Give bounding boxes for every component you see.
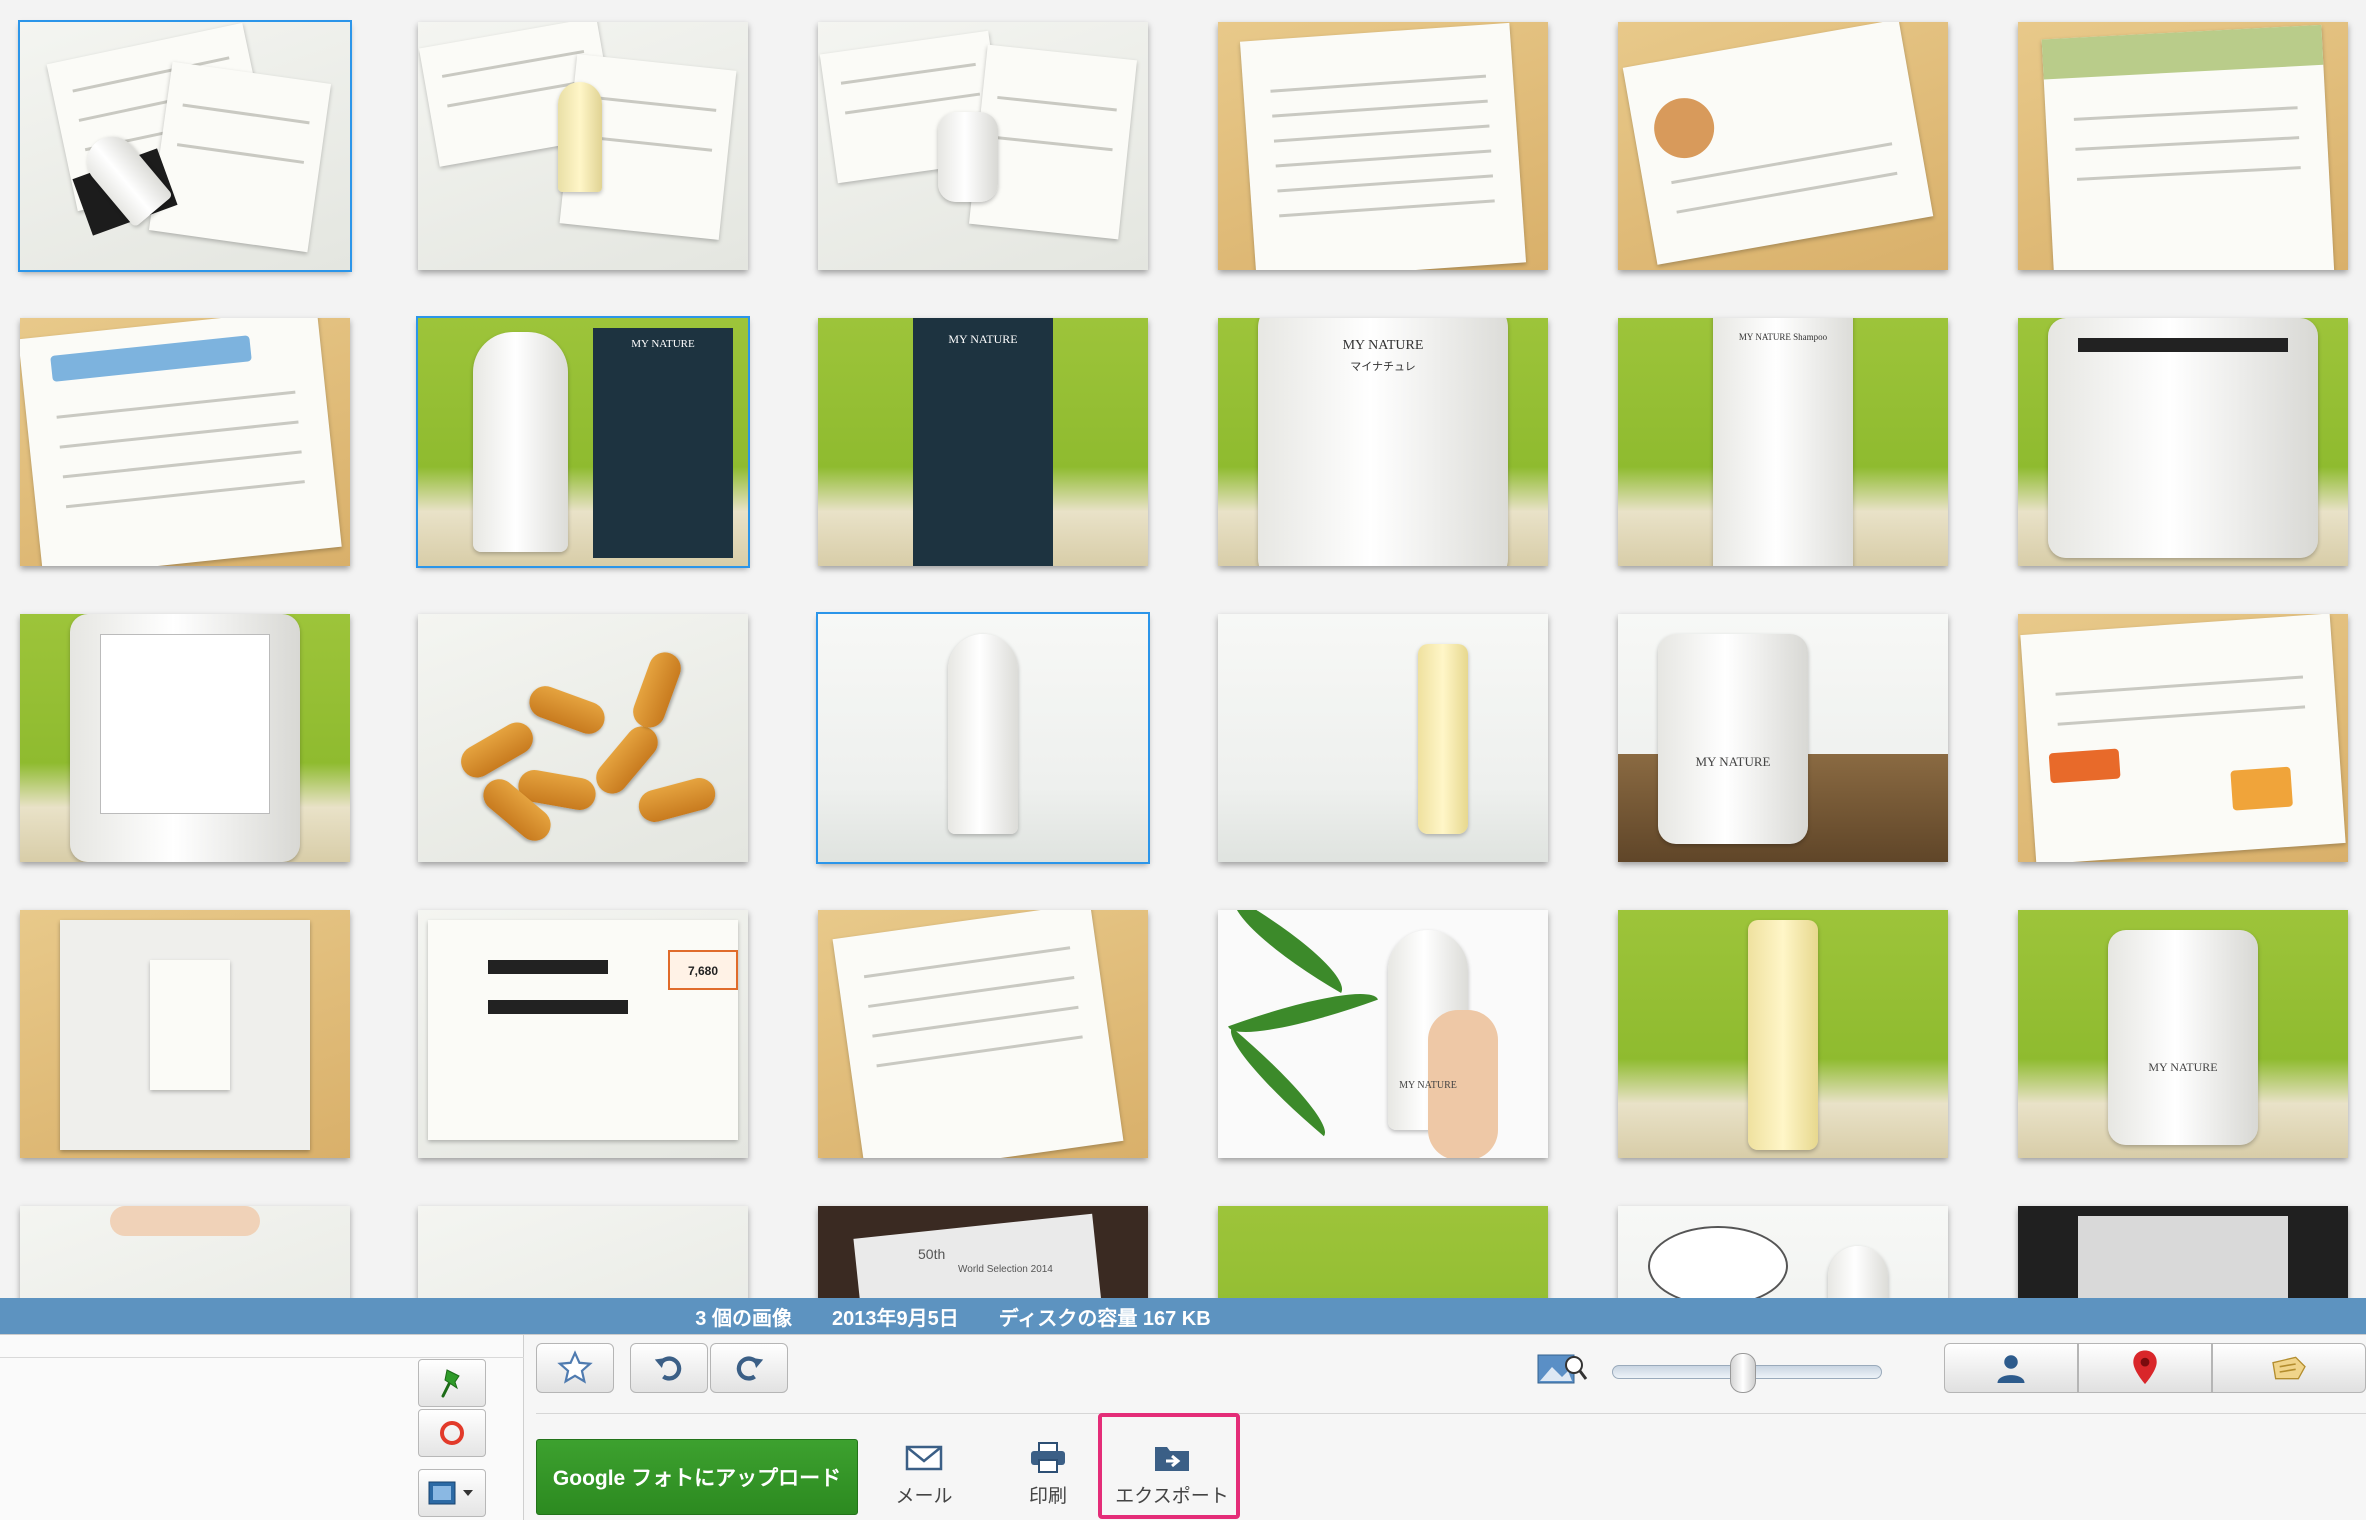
photo-thumbnail[interactable]: [818, 910, 1148, 1158]
people-button[interactable]: [1944, 1343, 2078, 1393]
photo-thumbnail[interactable]: [1618, 910, 1948, 1158]
picasa-window: MY NATURE MY NATURE MY NATURE マイナチュレ MY …: [0, 0, 2366, 1520]
rotate-left-button[interactable]: [630, 1343, 708, 1393]
photo-thumbnail[interactable]: [818, 22, 1148, 270]
upload-button-label: Google フォトにアップロード: [552, 1467, 842, 1490]
product-label: MY NATURE: [631, 338, 695, 350]
photo-thumbnail[interactable]: MY NATURE マイナチュレ: [1218, 318, 1548, 566]
export-highlight-frame: [1098, 1413, 1240, 1519]
product-label: MY NATURE: [1695, 754, 1771, 769]
photo-thumbnail[interactable]: MY NATURE: [818, 318, 1148, 566]
photo-thumbnail[interactable]: MY NATURE: [2018, 910, 2348, 1158]
album-add-button[interactable]: [418, 1469, 486, 1517]
photo-thumbnail[interactable]: [20, 614, 350, 862]
selection-date: 2013年9月5日: [831, 1307, 959, 1330]
tags-button[interactable]: [2212, 1343, 2366, 1393]
photo-grid: MY NATURE MY NATURE MY NATURE マイナチュレ MY …: [0, 0, 2366, 1298]
photo-thumbnail[interactable]: [2018, 318, 2348, 566]
photo-thumbnail[interactable]: [1218, 22, 1548, 270]
mail-button[interactable]: メール: [864, 1435, 984, 1515]
photo-thumbnail[interactable]: [816, 612, 1150, 864]
places-button[interactable]: [2078, 1343, 2212, 1393]
photo-thumbnail[interactable]: [20, 910, 350, 1158]
print-label: 印刷: [1028, 1486, 1067, 1507]
album-dropdown-icon: [428, 1481, 473, 1505]
photo-thumbnail[interactable]: [1618, 1206, 1948, 1298]
rotate-right-button[interactable]: [710, 1343, 788, 1393]
product-label: MY NATURE Shampoo: [1738, 332, 1828, 342]
award-caption: World Selection 2014: [958, 1264, 1053, 1275]
product-label: MY NATURE: [1342, 338, 1424, 353]
photo-thumbnail[interactable]: 50th World Selection 2014: [818, 1206, 1148, 1298]
person-icon: [1997, 1355, 2025, 1383]
star-button[interactable]: [536, 1343, 614, 1393]
photo-thumbnail[interactable]: [1618, 22, 1948, 270]
photo-thumbnail[interactable]: [2018, 22, 2348, 270]
mail-icon: [905, 1445, 943, 1471]
thumbnail-size-slider-handle[interactable]: [1730, 1353, 1756, 1393]
award-badge: 50th: [918, 1246, 946, 1262]
photo-thumbnail[interactable]: [2018, 614, 2348, 862]
thumbnail-size-icon: [1536, 1349, 1588, 1394]
upload-google-photos-button[interactable]: Google フォトにアップロード: [536, 1439, 858, 1515]
selection-info-bar: 3 個の画像 2013年9月5日 ディスクの容量 167 KB: [0, 1298, 2366, 1334]
rotate-left-icon: [654, 1356, 682, 1381]
photo-thumbnail[interactable]: [18, 20, 352, 272]
photo-thumbnail[interactable]: [1218, 614, 1548, 862]
product-label: MY NATURE: [2148, 1060, 2218, 1074]
photo-thumbnail[interactable]: 7,680: [418, 910, 748, 1158]
photo-thumbnail[interactable]: MY NATURE: [1218, 910, 1548, 1158]
rotate-right-icon: [736, 1356, 764, 1381]
photo-thumbnail[interactable]: [418, 1206, 748, 1298]
photo-thumbnail[interactable]: MY NATURE: [416, 316, 750, 568]
photo-thumbnail[interactable]: MY NATURE Shampoo: [1618, 318, 1948, 566]
clear-tray-button[interactable]: [418, 1409, 486, 1457]
photo-thumbnail[interactable]: MY NATURE: [1618, 614, 1948, 862]
hold-pin-button[interactable]: [418, 1359, 486, 1407]
printer-icon: [1031, 1442, 1065, 1473]
print-button[interactable]: 印刷: [988, 1435, 1108, 1515]
photo-thumbnail[interactable]: [2018, 1206, 2348, 1298]
product-label: MY NATURE: [1399, 1080, 1457, 1091]
tag-icon: [2272, 1356, 2306, 1380]
price-label: 7,680: [687, 964, 719, 978]
product-label-sub: マイナチュレ: [1350, 361, 1416, 373]
pin-icon: [441, 1369, 460, 1398]
tray-panel: [0, 1335, 524, 1520]
map-pin-icon: [2133, 1350, 2157, 1385]
clear-circle-icon: [440, 1421, 464, 1445]
bottom-toolbar: Google フォトにアップロード メール 印刷 エクスポート: [0, 1334, 2366, 1520]
selected-count: 3 個の画像: [695, 1307, 792, 1330]
photo-thumbnail[interactable]: [20, 318, 350, 566]
mail-label: メール: [895, 1486, 953, 1507]
photo-thumbnail[interactable]: [418, 614, 748, 862]
photo-thumbnail[interactable]: [418, 22, 748, 270]
photo-thumbnail[interactable]: [20, 1206, 350, 1298]
star-icon: [557, 1350, 593, 1384]
product-label: MY NATURE: [948, 332, 1018, 346]
disk-usage: ディスクの容量 167 KB: [998, 1307, 1211, 1330]
photo-thumbnail[interactable]: [1218, 1206, 1548, 1298]
